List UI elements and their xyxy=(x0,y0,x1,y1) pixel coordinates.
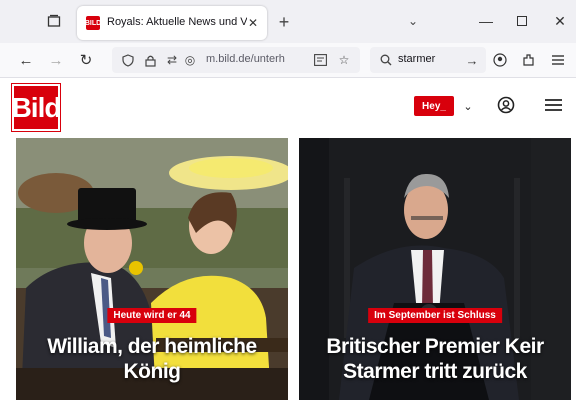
chevron-down-icon[interactable]: ⌄ xyxy=(404,12,422,30)
maximize-icon[interactable] xyxy=(510,10,534,32)
tab-strip: BILD Royals: Aktuelle News und Vide ✕ + … xyxy=(0,0,576,43)
tracking-icon[interactable]: ◎ xyxy=(182,52,198,68)
bild-favicon-icon: BILD xyxy=(85,16,101,30)
tab-overview-icon[interactable] xyxy=(44,11,64,31)
web-page: Bild Hey_ ⌄ Heute wird er 44 William, de… xyxy=(0,78,576,401)
lock-icon[interactable] xyxy=(142,52,158,68)
search-go-arrow-icon[interactable]: → xyxy=(464,52,480,68)
app-menu-icon[interactable] xyxy=(548,50,568,70)
article-kicker: Im September ist Schluss xyxy=(368,308,502,323)
hamburger-menu-icon[interactable] xyxy=(543,95,563,115)
search-icon xyxy=(378,52,394,68)
extensions-icon[interactable] xyxy=(519,50,539,70)
url-text: m.bild.de/unterh xyxy=(206,53,285,65)
tab-title: Royals: Aktuelle News und Vide xyxy=(107,16,247,28)
minimize-icon[interactable]: — xyxy=(474,10,498,32)
new-tab-icon[interactable]: + xyxy=(274,12,294,32)
article-kicker: Heute wird er 44 xyxy=(107,308,197,323)
reload-icon[interactable]: ↻ xyxy=(76,50,96,70)
browser-tab[interactable]: BILD Royals: Aktuelle News und Vide ✕ xyxy=(77,6,267,40)
article-headline-line1: William, der heimliche xyxy=(47,335,257,358)
article-card-william[interactable]: Heute wird er 44 William, der heimliche … xyxy=(16,138,288,400)
back-arrow-icon[interactable]: ← xyxy=(16,50,36,70)
close-icon[interactable]: ✕ xyxy=(245,15,261,31)
reader-view-icon[interactable] xyxy=(312,52,328,68)
article-headline-line1: Britischer Premier Keir xyxy=(326,335,544,358)
search-box[interactable]: starmer → xyxy=(370,47,486,73)
search-input[interactable]: starmer xyxy=(398,53,435,65)
article-card-starmer[interactable]: Im September ist Schluss Britischer Prem… xyxy=(299,138,571,400)
navigation-toolbar: ← → ↻ ⇄ ◎ m.bild.de/unterh ☆ starmer → xyxy=(0,43,576,78)
account-circle-icon[interactable] xyxy=(490,50,510,70)
permissions-icon[interactable]: ⇄ xyxy=(164,52,180,68)
user-account-icon[interactable] xyxy=(496,95,516,115)
chevron-down-icon[interactable]: ⌄ xyxy=(460,96,476,116)
url-bar[interactable]: ⇄ ◎ m.bild.de/unterh ☆ xyxy=(112,47,360,73)
shield-icon[interactable] xyxy=(120,52,136,68)
bild-logo[interactable]: Bild xyxy=(11,83,61,132)
article-headline-line2: Starmer tritt zurück xyxy=(343,360,527,383)
hey-button[interactable]: Hey_ xyxy=(414,96,454,116)
forward-arrow-icon[interactable]: → xyxy=(46,50,66,70)
article-headline-line2: König xyxy=(123,360,181,383)
bookmark-star-icon[interactable]: ☆ xyxy=(336,52,352,68)
window-close-icon[interactable]: ✕ xyxy=(548,10,572,32)
